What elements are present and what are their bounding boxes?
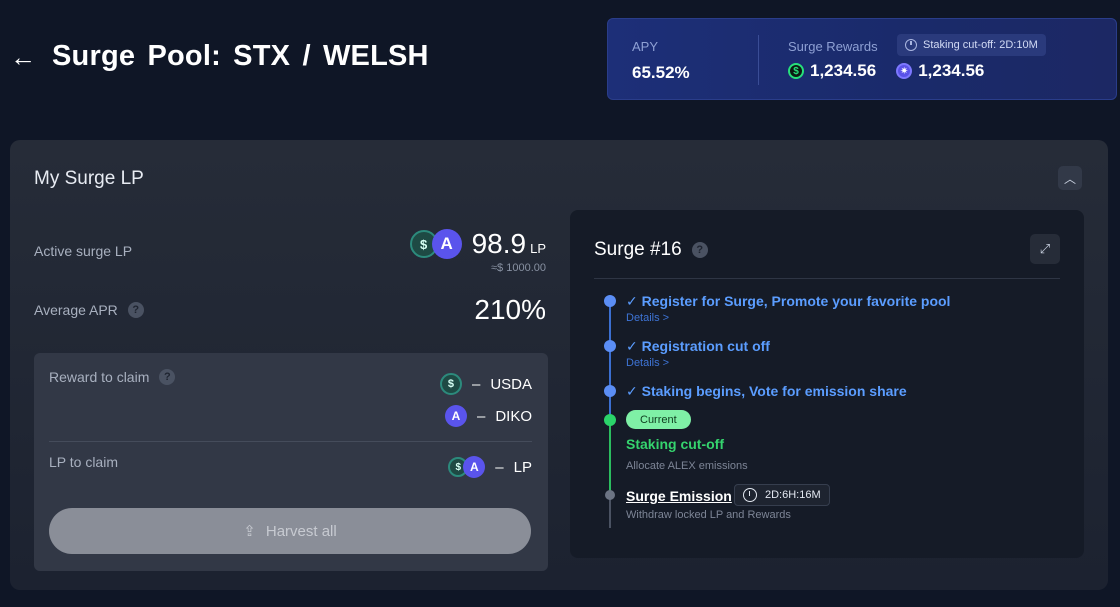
alex-token-icon: A bbox=[431, 229, 462, 259]
panel-title: My Surge LP bbox=[34, 168, 144, 189]
clock-icon bbox=[905, 39, 917, 51]
timeline-step-title-upcoming[interactable]: Surge Emission bbox=[626, 488, 732, 504]
surge-timeline-card: Surge #16 ? ⤢ ✓ Register for Surge, Prom… bbox=[570, 210, 1084, 558]
alex-coin-icon: ✷ bbox=[896, 63, 913, 79]
apy-value: 65.52% bbox=[632, 63, 690, 82]
expand-button[interactable]: ⤢ bbox=[1030, 234, 1060, 264]
reward-to-claim-label: Reward to claim ? bbox=[49, 369, 176, 385]
harvest-icon: ⇪ bbox=[243, 523, 256, 540]
pool-stats-card: APY 65.52% Surge Rewards $ 1,234.56 ✷ 1,… bbox=[607, 18, 1117, 100]
claim-box: Reward to claim ? $ – USDA A – DIKO LP t… bbox=[34, 353, 548, 571]
timeline-dot bbox=[604, 295, 616, 307]
collapse-button[interactable]: ︿ bbox=[1058, 166, 1082, 190]
usda-coin-icon: $ bbox=[788, 63, 804, 79]
active-lp-value: $ A 98.9 LP bbox=[409, 228, 546, 260]
page-header: ← Surge Pool: STX / WELSH bbox=[10, 40, 429, 73]
help-icon[interactable]: ? bbox=[691, 242, 708, 258]
usda-token-icon: $ bbox=[439, 373, 462, 395]
help-icon[interactable]: ? bbox=[127, 302, 144, 318]
lp-to-claim-row: $ A – LP bbox=[448, 456, 532, 478]
timeline-details-link[interactable]: Details > bbox=[626, 312, 669, 324]
back-arrow-icon[interactable]: ← bbox=[10, 44, 36, 70]
alex-token-icon: A bbox=[463, 456, 486, 478]
timeline-line-current bbox=[609, 420, 611, 495]
lp-to-claim-label: LP to claim bbox=[49, 454, 118, 470]
timeline-line-completed bbox=[609, 300, 611, 420]
reward-usda-row: $ – USDA bbox=[439, 373, 532, 395]
apy-stat: APY 65.52% bbox=[632, 39, 690, 83]
diko-token-icon: A bbox=[444, 405, 467, 427]
page-title: Surge Pool: STX / WELSH bbox=[52, 40, 429, 72]
apy-label: APY bbox=[632, 39, 659, 54]
reward-item-alex: ✷ 1,234.56 bbox=[896, 61, 984, 81]
timeline-dot bbox=[604, 385, 616, 397]
surge-title: Surge #16 ? bbox=[594, 239, 708, 261]
countdown-text: 2D:6H:16M bbox=[765, 489, 821, 501]
active-lp-usd: ≈$ 1000.00 bbox=[491, 262, 546, 274]
lp-token-pair-icon: $ A bbox=[409, 229, 462, 259]
staking-cutoff-text: Staking cut-off: 2D:10M bbox=[923, 39, 1038, 51]
staking-cutoff-chip: Staking cut-off: 2D:10M bbox=[897, 34, 1046, 56]
reward-to-claim-text: Reward to claim bbox=[49, 369, 150, 385]
reward-usda-token: USDA bbox=[490, 375, 532, 393]
timeline-step-title: ✓ Registration cut off bbox=[626, 338, 770, 354]
active-lp-number: 98.9 bbox=[471, 228, 527, 259]
surge-title-text: Surge #16 bbox=[594, 239, 682, 260]
reward-usda-amount: – bbox=[471, 375, 481, 393]
active-lp-unit: LP bbox=[530, 241, 546, 256]
average-apr-value: 210% bbox=[474, 294, 546, 325]
claim-divider bbox=[49, 441, 532, 442]
reward-item-usda: $ 1,234.56 bbox=[788, 61, 876, 81]
timeline-step-title: ✓ Staking begins, Vote for emission shar… bbox=[626, 383, 907, 399]
reward-diko-row: A – DIKO bbox=[444, 405, 532, 427]
lp-claim-unit: LP bbox=[513, 458, 532, 476]
reward-diko-token: DIKO bbox=[495, 407, 532, 425]
current-badge: Current bbox=[626, 410, 691, 429]
clock-icon bbox=[743, 488, 757, 502]
my-surge-lp-panel: My Surge LP ︿ Active surge LP $ A 98.9 LP… bbox=[10, 140, 1108, 590]
average-apr-label: Average APR ? bbox=[34, 302, 144, 318]
lp-to-claim-text: LP to claim bbox=[49, 454, 118, 470]
average-apr-label-text: Average APR bbox=[34, 302, 118, 318]
countdown-chip: 2D:6H:16M bbox=[734, 484, 830, 506]
timeline-step-title-current: Staking cut-off bbox=[626, 436, 724, 452]
timeline-step-sub: Allocate ALEX emissions bbox=[626, 460, 748, 472]
timeline-step-title: ✓ Register for Surge, Promote your favor… bbox=[626, 293, 951, 309]
lp-claim-amount: – bbox=[495, 458, 504, 476]
surge-divider bbox=[594, 278, 1060, 279]
reward-diko-amount: – bbox=[476, 407, 486, 425]
rewards-row: $ 1,234.56 ✷ 1,234.56 bbox=[788, 61, 984, 81]
reward-alex-value: 1,234.56 bbox=[918, 61, 985, 80]
stats-divider bbox=[758, 35, 759, 85]
lp-token-pair-icon: $ A bbox=[448, 456, 486, 478]
harvest-label: Harvest all bbox=[265, 522, 337, 540]
harvest-all-button[interactable]: ⇪ Harvest all bbox=[49, 508, 531, 554]
active-lp-label-text: Active surge LP bbox=[34, 243, 133, 259]
timeline-details-link[interactable]: Details > bbox=[626, 357, 669, 369]
active-lp-label: Active surge LP bbox=[34, 243, 132, 259]
timeline-dot-upcoming bbox=[605, 490, 615, 500]
chevron-up-icon: ︿ bbox=[1063, 171, 1076, 186]
timeline-step-sub: Withdraw locked LP and Rewards bbox=[626, 509, 791, 521]
timeline-dot-current bbox=[604, 414, 616, 426]
help-icon[interactable]: ? bbox=[159, 369, 176, 385]
reward-usda-value: 1,234.56 bbox=[810, 61, 877, 80]
timeline-dot bbox=[604, 340, 616, 352]
expand-icon: ⤢ bbox=[1039, 241, 1051, 256]
